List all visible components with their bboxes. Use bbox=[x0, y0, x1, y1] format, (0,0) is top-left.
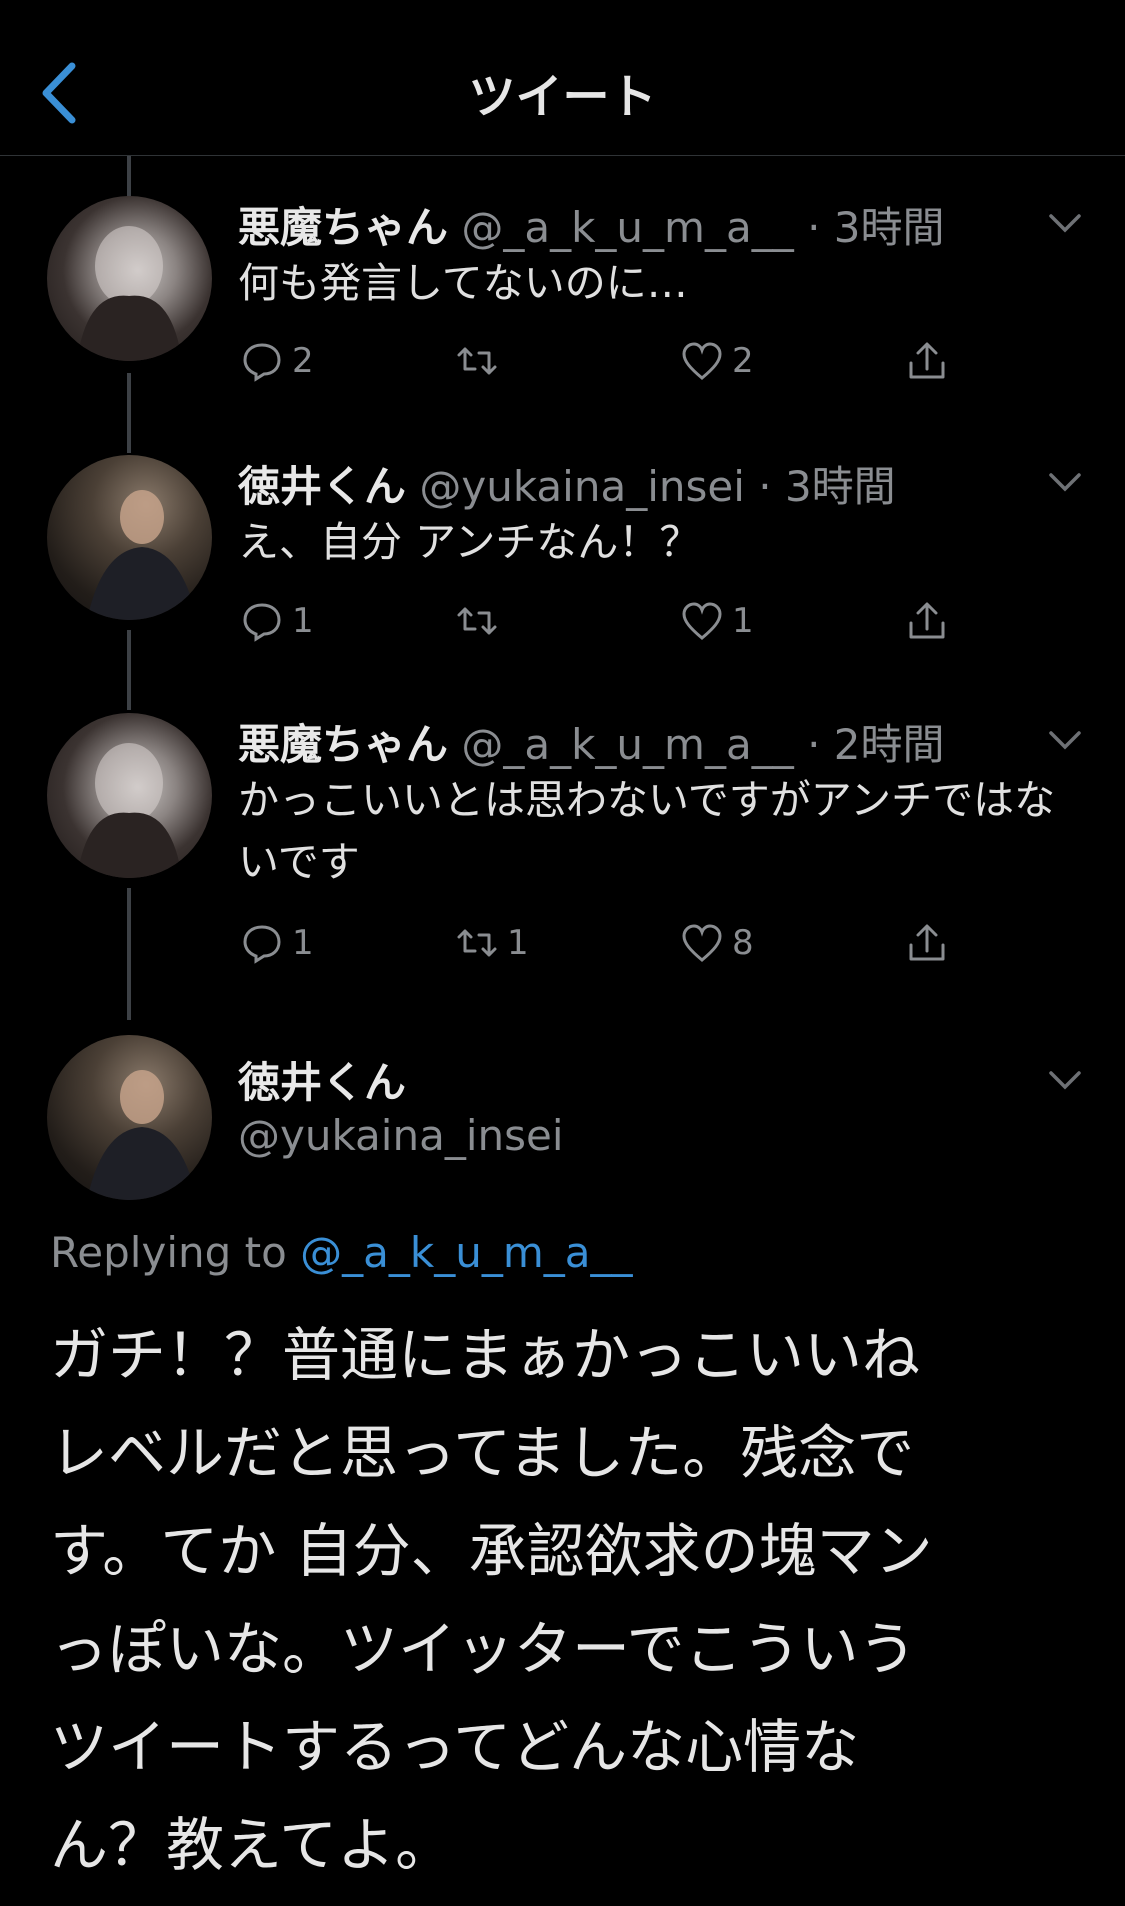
reply-icon bbox=[243, 343, 281, 382]
separator-dot: · bbox=[807, 720, 821, 769]
heart-icon bbox=[682, 342, 722, 380]
tweet-menu-button[interactable] bbox=[1045, 725, 1085, 755]
chevron-down-icon bbox=[1049, 1071, 1081, 1090]
reply-count: 1 bbox=[292, 601, 314, 641]
thread-line bbox=[127, 373, 131, 453]
tweet-text-line: す。てか 自分、承認欲求の塊マン bbox=[50, 1517, 933, 1585]
thread-line bbox=[127, 156, 131, 196]
avatar[interactable] bbox=[47, 196, 212, 361]
chevron-down-icon bbox=[1049, 473, 1081, 492]
reply-count: 1 bbox=[292, 923, 314, 963]
tweet-text-line: ガチ！？普通にまぁかっこいいね bbox=[50, 1321, 921, 1389]
reply-button[interactable]: 1 bbox=[240, 591, 314, 651]
like-count: 2 bbox=[732, 341, 754, 381]
timestamp[interactable]: 2時間 bbox=[834, 720, 945, 769]
reply-icon bbox=[243, 603, 281, 642]
top-navigation-bar: ツイート bbox=[0, 0, 1125, 156]
like-button[interactable]: 1 bbox=[680, 591, 754, 651]
thread-line bbox=[127, 630, 131, 710]
share-icon bbox=[909, 342, 945, 379]
like-count: 8 bbox=[732, 923, 754, 963]
timestamp[interactable]: 3時間 bbox=[834, 203, 945, 252]
author-name[interactable]: 徳井くん bbox=[238, 462, 406, 511]
like-button[interactable]: 8 bbox=[680, 913, 754, 973]
retweet-icon bbox=[457, 347, 497, 375]
tweet-text-line: ん？教えてよ。 bbox=[50, 1811, 454, 1879]
share-icon bbox=[909, 924, 945, 961]
replying-to-line: Replying to @_a_k_u_m_a__ bbox=[50, 1228, 633, 1277]
tweet-actions: 2 2 bbox=[240, 331, 960, 391]
retweet-button[interactable] bbox=[455, 591, 507, 651]
tweet-text-line: レベルだと思ってました。残念で bbox=[50, 1419, 915, 1487]
retweet-button[interactable]: 1 bbox=[455, 913, 529, 973]
author-name[interactable]: 悪魔ちゃん bbox=[238, 720, 448, 769]
author-handle[interactable]: @yukaina_insei bbox=[419, 462, 745, 511]
author-name[interactable]: 悪魔ちゃん bbox=[238, 203, 448, 252]
tweet-menu-button[interactable] bbox=[1045, 208, 1085, 238]
mention-link[interactable]: @_a_k_u_m_a__ bbox=[300, 1228, 632, 1277]
page-title: ツイート bbox=[468, 70, 657, 125]
author-handle[interactable]: @_a_k_u_m_a__ bbox=[461, 203, 793, 252]
share-button[interactable] bbox=[905, 913, 949, 973]
retweet-button[interactable] bbox=[455, 331, 507, 391]
tweet-text: え、自分 アンチなん！？ bbox=[238, 518, 701, 566]
avatar[interactable] bbox=[47, 1035, 212, 1200]
timestamp[interactable]: 3時間 bbox=[785, 462, 896, 511]
replying-to-label: Replying to bbox=[50, 1228, 287, 1277]
share-button[interactable] bbox=[905, 331, 949, 391]
retweet-icon bbox=[457, 929, 497, 957]
like-button[interactable]: 2 bbox=[680, 331, 754, 391]
reply-icon bbox=[243, 925, 281, 964]
reply-button[interactable]: 2 bbox=[240, 331, 314, 391]
share-icon bbox=[909, 602, 945, 639]
tweet-text: 何も発言してないのに… bbox=[238, 259, 688, 307]
avatar[interactable] bbox=[47, 713, 212, 878]
heart-icon bbox=[682, 924, 722, 962]
retweet-count: 1 bbox=[507, 923, 529, 963]
author-name[interactable]: 徳井くん bbox=[238, 1058, 406, 1107]
tweet-text: かっこいいとは思わないですがアンチではないです bbox=[238, 776, 1056, 886]
chevron-down-icon bbox=[1049, 214, 1081, 233]
chevron-down-icon bbox=[1049, 731, 1081, 750]
tweet-text-line: っぽいな。ツイッターでこういう bbox=[50, 1615, 917, 1683]
avatar[interactable] bbox=[47, 455, 212, 620]
share-button[interactable] bbox=[905, 591, 949, 651]
separator-dot: · bbox=[807, 203, 821, 252]
tweet-text-line: ツイートするってどんな心情な bbox=[50, 1713, 860, 1781]
like-count: 1 bbox=[732, 601, 754, 641]
tweet-actions: 1 1 8 bbox=[240, 913, 960, 973]
reply-button[interactable]: 1 bbox=[240, 913, 314, 973]
retweet-icon bbox=[457, 607, 497, 635]
heart-icon bbox=[682, 602, 722, 640]
tweet-menu-button[interactable] bbox=[1045, 467, 1085, 497]
tweet-actions: 1 1 bbox=[240, 591, 960, 651]
author-handle[interactable]: @yukaina_insei bbox=[238, 1111, 564, 1160]
separator-dot: · bbox=[758, 462, 772, 511]
author-handle[interactable]: @_a_k_u_m_a__ bbox=[461, 720, 793, 769]
thread-line bbox=[127, 888, 131, 1020]
tweet-menu-button[interactable] bbox=[1045, 1065, 1085, 1095]
reply-count: 2 bbox=[292, 341, 314, 381]
focused-tweet-text: ガチ！？普通にまぁかっこいいね レベルだと思ってました。残念で す。てか 自分、… bbox=[50, 1306, 1080, 1894]
